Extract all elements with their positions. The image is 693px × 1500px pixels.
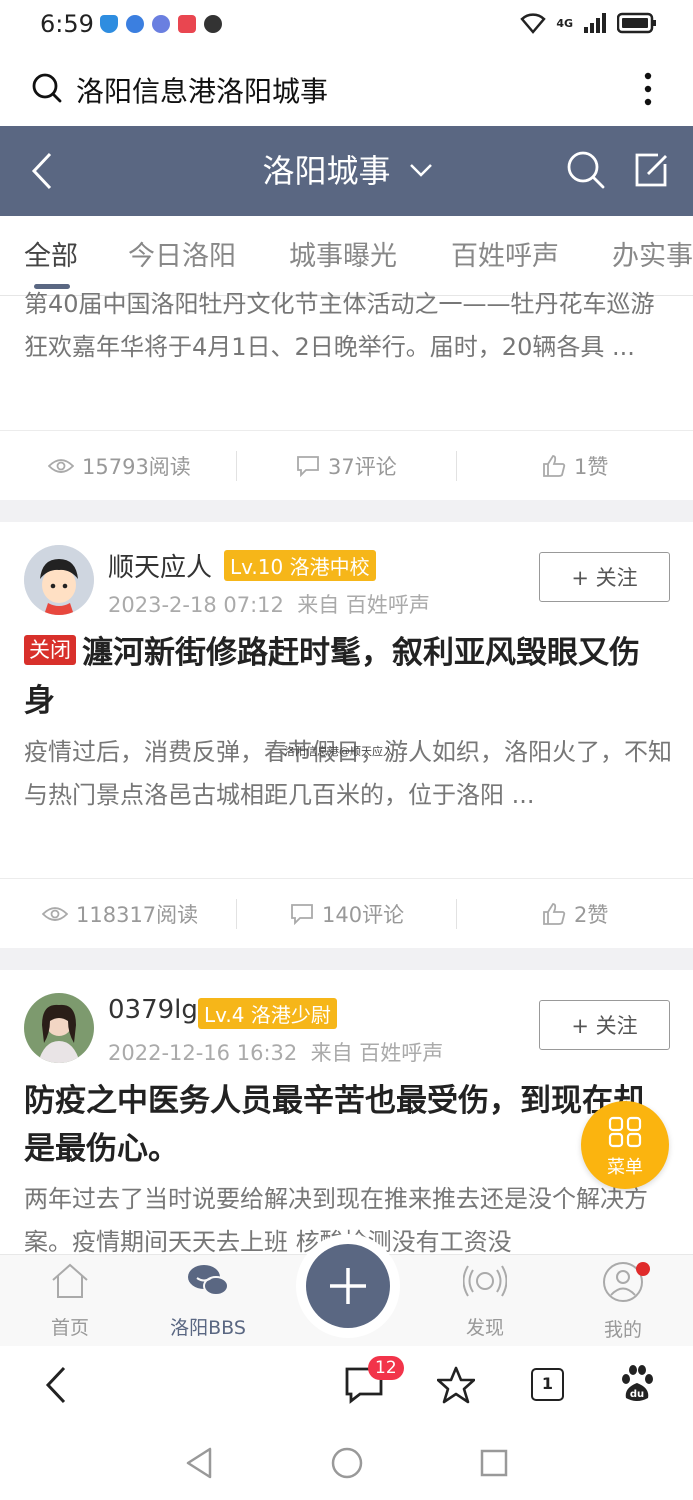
user-photo-icon xyxy=(24,993,94,1063)
tab-all[interactable]: 全部 xyxy=(24,234,78,273)
notification-dot xyxy=(636,1262,650,1276)
discover-icon xyxy=(462,1265,508,1297)
post-title[interactable]: 防疫之中医务人员最辛苦也最受伤，到现在却是最伤心。 xyxy=(24,1077,664,1173)
grid-menu-icon xyxy=(608,1116,642,1148)
plus-icon xyxy=(330,1268,366,1304)
battery-icon xyxy=(617,12,656,34)
nav-me[interactable]: 我的 xyxy=(573,1262,673,1342)
post-stats: 15793阅读 37评论 1赞 xyxy=(0,430,693,500)
image-watermark: 洛阳信息港@顺天应人 xyxy=(284,745,394,758)
floating-menu-label[interactable]: 菜单 xyxy=(581,1153,669,1179)
shield-app-icon xyxy=(100,15,118,33)
card-divider xyxy=(0,500,693,522)
status-time: 6:59 xyxy=(40,10,94,38)
browser-back-icon[interactable] xyxy=(44,1366,68,1404)
message-bubble-icon xyxy=(204,15,222,33)
browser-app-icon xyxy=(126,15,144,33)
level-badge: Lv.4 洛港少尉 xyxy=(198,998,337,1029)
search-icon[interactable] xyxy=(32,73,62,103)
post-title[interactable]: 关闭 瀍河新街修路赶时髦，叙利亚风毁眼又伤身 xyxy=(24,629,664,725)
post-source: 来自 百姓呼声 xyxy=(297,593,430,617)
tab-exposure[interactable]: 城事曝光 xyxy=(289,234,397,273)
eye-icon xyxy=(48,459,74,473)
system-back-icon[interactable] xyxy=(184,1446,214,1480)
follow-button[interactable]: + 关注 xyxy=(539,552,670,602)
closed-tag: 关闭 xyxy=(24,635,76,665)
post-date: 2023-2-18 07:12 xyxy=(108,593,284,617)
header-search-icon[interactable] xyxy=(566,150,606,190)
wifi-icon xyxy=(520,13,547,34)
search-query-text[interactable]: 洛阳信息港洛阳城事 xyxy=(76,70,328,110)
tab-practical[interactable]: 办实事 xyxy=(612,234,693,273)
svg-text:du: du xyxy=(630,1389,644,1400)
avatar[interactable] xyxy=(24,545,94,615)
network-type: 4G xyxy=(556,16,573,30)
eye-icon xyxy=(42,907,68,921)
chevron-down-icon[interactable] xyxy=(408,160,434,180)
follow-button[interactable]: + 关注 xyxy=(539,1000,670,1050)
more-options-icon[interactable] xyxy=(640,72,656,106)
message-count-badge: 12 xyxy=(368,1356,404,1380)
view-count: 15793阅读 xyxy=(48,431,191,501)
tab-today-luoyang[interactable]: 今日洛阳 xyxy=(128,234,236,273)
red-app-icon xyxy=(178,15,196,33)
post-meta: 2022-12-16 16:32 来自 百姓呼声 xyxy=(108,1037,443,1067)
like-count[interactable]: 1赞 xyxy=(542,431,608,501)
post-date: 2022-12-16 16:32 xyxy=(108,1041,298,1065)
level-badge: Lv.10 洛港中校 xyxy=(224,550,376,581)
comment-count[interactable]: 37评论 xyxy=(296,431,397,501)
post-source: 来自 百姓呼声 xyxy=(310,1041,444,1065)
card-divider xyxy=(0,948,693,970)
compose-icon[interactable] xyxy=(632,150,670,190)
cartoon-avatar-icon xyxy=(24,545,94,615)
nav-discover[interactable]: 发现 xyxy=(435,1262,535,1340)
notification-icons xyxy=(100,15,222,33)
thumbs-up-icon xyxy=(543,455,566,477)
post-excerpt[interactable]: 两年过去了当时说要给解决到现在推来推去还是没个解决方案。疫情期间天天去上班 核酸… xyxy=(24,1178,674,1254)
nav-bbs[interactable]: 洛阳BBS xyxy=(158,1262,258,1340)
comment-count[interactable]: 140评论 xyxy=(290,879,404,949)
comment-icon xyxy=(297,456,319,477)
author-name[interactable]: 顺天应人 xyxy=(108,547,212,584)
view-count: 118317阅读 xyxy=(42,879,198,949)
chat-bubbles-icon xyxy=(188,1265,229,1296)
home-icon xyxy=(52,1263,88,1298)
post-meta: 2023-2-18 07:12 来自 百姓呼声 xyxy=(108,589,430,619)
music-app-icon xyxy=(152,15,170,33)
author-name[interactable]: 0379lg xyxy=(108,995,198,1025)
comment-icon xyxy=(291,904,313,925)
post-excerpt[interactable]: 第40届中国洛阳牡丹文化节主体活动之一——牡丹花车巡游狂欢嘉年华将于4月1日、2… xyxy=(24,283,674,408)
system-recents-icon[interactable] xyxy=(479,1448,509,1478)
tab-public-voice[interactable]: 百姓呼声 xyxy=(451,234,559,273)
system-home-icon[interactable] xyxy=(330,1446,364,1480)
like-count[interactable]: 2赞 xyxy=(542,879,608,949)
post-stats: 118317阅读 140评论 2赞 xyxy=(0,878,693,948)
baidu-paw-icon[interactable]: du xyxy=(618,1364,656,1404)
signal-icon xyxy=(584,13,606,33)
add-post-button[interactable] xyxy=(306,1244,390,1328)
thumbs-up-icon xyxy=(543,903,566,925)
nav-home[interactable]: 首页 xyxy=(20,1262,120,1340)
tab-count-button[interactable]: 1 xyxy=(531,1368,564,1401)
avatar[interactable] xyxy=(24,993,94,1063)
status-right-icons: 4G xyxy=(520,12,657,34)
star-bookmark-icon[interactable] xyxy=(437,1366,475,1404)
